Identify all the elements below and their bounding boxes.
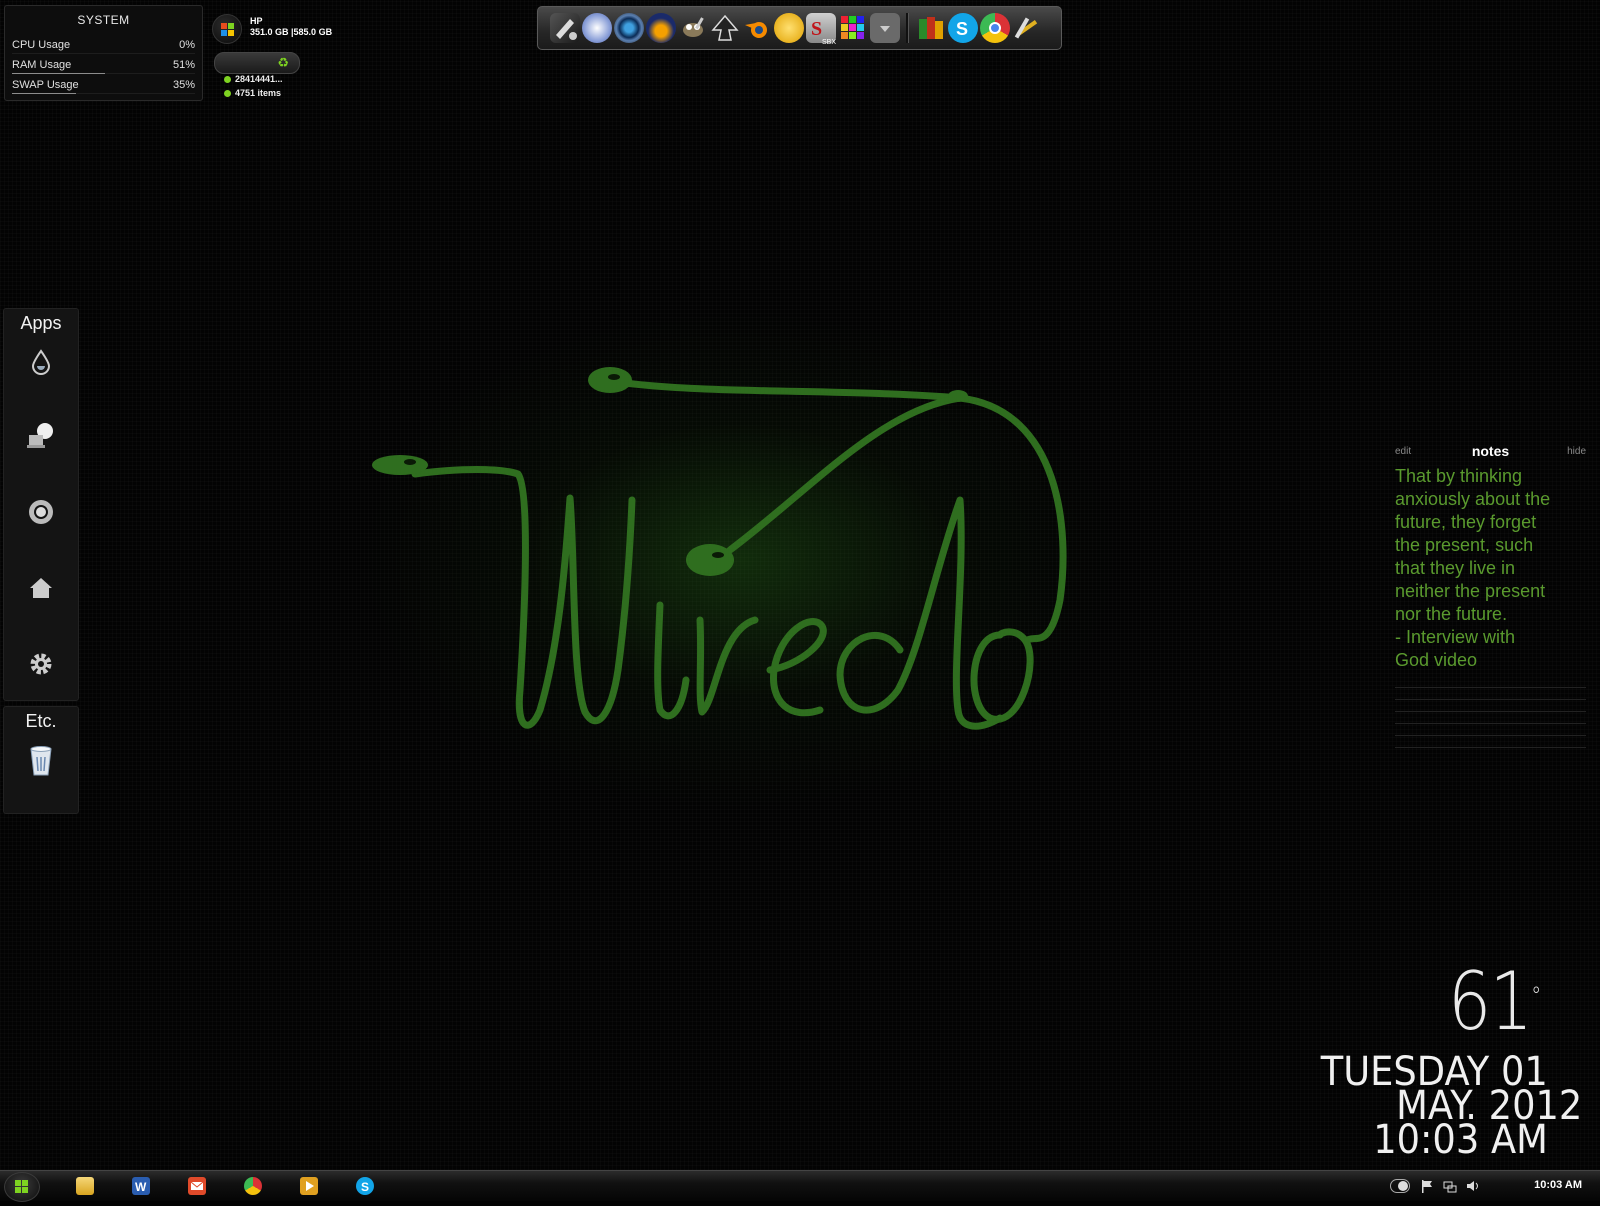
inkscape-icon[interactable]	[710, 13, 740, 43]
cpu-usage-bar	[12, 53, 195, 54]
ram-usage-row: RAM Usage 51%	[12, 59, 195, 74]
flag-icon[interactable]	[1420, 1179, 1434, 1193]
recycle-bin-pill[interactable]: ♻	[214, 52, 300, 74]
recycle-count: 4751 items	[224, 88, 281, 98]
recycle-size: 28414441...	[224, 74, 283, 84]
file-explorer-icon[interactable]	[76, 1177, 94, 1195]
ram-usage-label: RAM Usage	[12, 59, 72, 71]
skype-icon[interactable]: S	[356, 1177, 374, 1195]
home-icon[interactable]	[27, 574, 55, 602]
toggle-icon[interactable]	[1390, 1179, 1410, 1193]
sbx-app-icon[interactable]: S SBX	[806, 13, 836, 46]
svg-text:W: W	[135, 1180, 147, 1194]
system-tray: 10:03 AM	[1370, 1171, 1600, 1201]
svg-text:S: S	[956, 19, 968, 39]
skype-icon[interactable]: S	[948, 13, 978, 43]
system-monitor-widget: SYSTEM CPU Usage 0% RAM Usage 51% SWAP U…	[4, 5, 203, 101]
word-icon[interactable]: W	[132, 1177, 150, 1195]
swap-usage-label: SWAP Usage	[12, 79, 79, 91]
notes-line: the present, such	[1395, 535, 1534, 555]
chrome-icon[interactable]	[244, 1177, 262, 1195]
notes-body[interactable]: That by thinking anxiously about the fut…	[1395, 465, 1586, 672]
ram-usage-value: 51%	[172, 59, 195, 71]
drive-widget[interactable]: HP 351.0 GB |585.0 GB	[212, 14, 352, 44]
swap-usage-row: SWAP Usage 35%	[12, 79, 195, 94]
taskbar-clock[interactable]: 10:03 AM	[1534, 1179, 1582, 1191]
apps-launcher: Apps	[3, 308, 79, 701]
notes-ruled-lines	[1395, 676, 1586, 748]
camera-lens-icon[interactable]	[614, 13, 644, 43]
pen-tool-icon[interactable]	[550, 13, 580, 43]
notes-line: that they live in	[1395, 558, 1516, 578]
office-icon[interactable]	[916, 13, 946, 43]
notes-line: God video	[1395, 650, 1478, 670]
computer-icon[interactable]	[27, 422, 55, 450]
notes-line: future, they forget	[1395, 512, 1537, 532]
apps-launcher-title: Apps	[20, 313, 62, 333]
notes-line: That by thinking	[1395, 466, 1523, 486]
water-drop-icon[interactable]	[27, 347, 55, 375]
recycle-bin-widget[interactable]: ♻ 28414441... 4751 items	[214, 52, 300, 102]
fl-studio-icon[interactable]	[774, 13, 804, 43]
chrome-icon[interactable]	[980, 13, 1010, 43]
time-display: 10:03 AM	[1373, 1117, 1548, 1163]
media-player-icon[interactable]	[300, 1177, 318, 1195]
app-dock: S SBX S	[537, 6, 1062, 50]
drive-size: 351.0 GB |585.0 GB	[250, 27, 333, 37]
cpu-usage-value: 0%	[179, 39, 195, 51]
swap-usage-value: 35%	[172, 79, 195, 91]
etc-launcher: Etc.	[3, 706, 79, 814]
sbx-label: SBX	[821, 39, 836, 46]
temperature-display: 61°	[1448, 962, 1541, 1042]
blender-icon[interactable]	[742, 13, 772, 43]
gimp-icon[interactable]	[678, 13, 708, 43]
media-player-icon[interactable]	[582, 13, 612, 43]
swap-usage-bar	[12, 93, 195, 94]
gear-icon[interactable]	[27, 650, 55, 678]
recycle-icon: ♻	[277, 55, 289, 70]
tools-icon[interactable]	[1012, 13, 1042, 43]
desktop: SYSTEM CPU Usage 0% RAM Usage 51% SWAP U…	[0, 0, 1600, 1170]
flame-app-icon[interactable]	[646, 13, 676, 43]
notes-line: neither the present	[1395, 581, 1546, 601]
palette-grid-icon[interactable]	[838, 13, 868, 43]
drive-name: HP	[250, 16, 263, 26]
recycle-bin-icon[interactable]	[27, 745, 55, 776]
notes-header: edit notes hide	[1395, 443, 1586, 461]
notes-line: - Interview with	[1395, 627, 1516, 647]
chrome-icon[interactable]	[27, 498, 55, 526]
wired-wallpaper-logo	[372, 367, 1067, 730]
start-button[interactable]	[4, 1172, 40, 1202]
network-icon[interactable]	[1443, 1179, 1457, 1193]
svg-text:S: S	[811, 18, 822, 40]
mail-icon[interactable]	[188, 1177, 206, 1195]
system-monitor-title: SYSTEM	[77, 13, 130, 27]
volume-icon[interactable]	[1466, 1179, 1480, 1193]
notes-line: anxiously about the	[1395, 489, 1551, 509]
notes-line: nor the future.	[1395, 604, 1508, 624]
windows-logo-icon	[212, 14, 242, 44]
svg-text:S: S	[361, 1180, 369, 1194]
notes-hide-link[interactable]: hide	[1567, 446, 1586, 457]
dropdown-icon[interactable]	[870, 13, 900, 43]
notes-title: notes	[1471, 443, 1510, 459]
etc-launcher-title: Etc.	[25, 711, 57, 731]
dock-separator	[906, 13, 909, 43]
cpu-usage-row: CPU Usage 0%	[12, 39, 195, 54]
degree-symbol: °	[1531, 982, 1541, 1010]
notes-widget: edit notes hide That by thinking anxious…	[1395, 443, 1586, 748]
taskbar: W S 10:03 AM	[0, 1170, 1600, 1202]
ram-usage-bar	[12, 73, 195, 74]
cpu-usage-label: CPU Usage	[12, 39, 71, 51]
temperature-value: 61	[1448, 955, 1533, 1048]
